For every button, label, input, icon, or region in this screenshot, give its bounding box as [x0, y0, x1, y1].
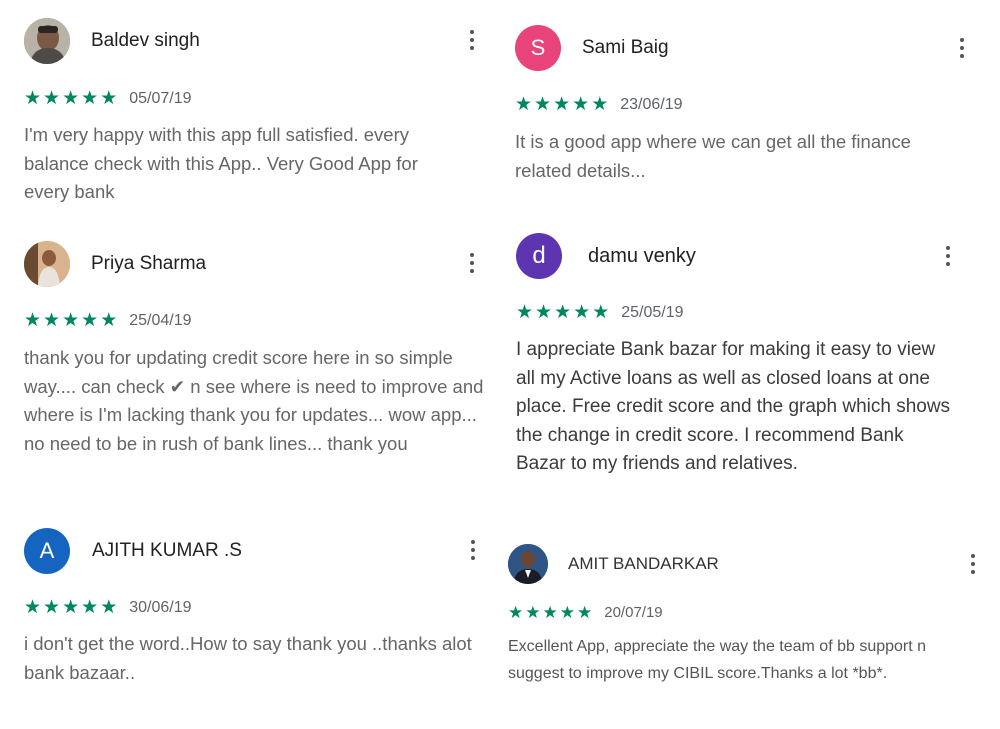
review-text: i don't get the word..How to say thank y… [24, 633, 472, 683]
review-card: d damu venky ★ ★ ★ ★ ★ 25/05/19 I apprec… [516, 232, 986, 512]
avatar-letter: d [532, 242, 546, 269]
reviewer-name: damu venky [588, 244, 696, 267]
review-text: I'm very happy with this app full satisf… [24, 124, 418, 202]
star-rating: ★ ★ ★ ★ ★ [515, 95, 608, 114]
star-icon: ★ [525, 603, 541, 622]
star-rating: ★ ★ ★ ★ ★ [516, 303, 609, 322]
star-icon: ★ [554, 302, 572, 323]
star-icon: ★ [24, 88, 42, 109]
star-icon: ★ [577, 603, 593, 622]
avatar-letter: S [530, 35, 546, 60]
reviewer-name: AMIT BANDARKAR [568, 554, 719, 573]
star-icon: ★ [62, 310, 80, 331]
avatar: A [24, 528, 70, 574]
more-vert-icon[interactable] [942, 246, 954, 266]
review-text: thank you for updating credit score here… [24, 347, 484, 454]
star-icon: ★ [100, 597, 118, 618]
review-text: Excellent App, appreciate the way the te… [508, 638, 927, 682]
star-icon: ★ [43, 310, 61, 331]
review-header: AMIT BANDARKAR [508, 542, 719, 586]
review-card: AMIT BANDARKAR ★ ★ ★ ★ ★ 20/07/19 Excell… [508, 542, 988, 692]
star-icon: ★ [24, 597, 42, 618]
star-icon: ★ [62, 597, 80, 618]
star-rating: ★ ★ ★ ★ ★ [24, 89, 117, 108]
star-icon: ★ [43, 597, 61, 618]
rating-row: ★ ★ ★ ★ ★ 05/07/19 [24, 89, 192, 108]
avatar [24, 18, 70, 64]
review-header: Baldev singh [24, 17, 200, 65]
star-icon: ★ [553, 94, 571, 115]
star-icon: ★ [573, 302, 591, 323]
review-date: 20/07/19 [604, 604, 663, 621]
more-vert-icon[interactable] [466, 30, 478, 50]
more-vert-icon[interactable] [466, 253, 478, 273]
star-icon: ★ [100, 88, 118, 109]
star-rating: ★ ★ ★ ★ ★ [24, 598, 117, 617]
review-text: I appreciate Bank bazar for making it ea… [516, 339, 951, 474]
star-icon: ★ [591, 94, 609, 115]
star-icon: ★ [572, 94, 590, 115]
rating-row: ★ ★ ★ ★ ★ 23/06/19 [515, 95, 683, 114]
reviewer-name: Sami Baig [582, 37, 669, 58]
review-header: A AJITH KUMAR .S [24, 527, 242, 575]
star-icon: ★ [515, 94, 533, 115]
avatar [24, 241, 70, 287]
review-header: S Sami Baig [515, 24, 669, 72]
review-date: 05/07/19 [129, 89, 192, 107]
user-photo-icon [24, 18, 70, 64]
star-icon: ★ [100, 310, 118, 331]
star-icon: ★ [43, 88, 61, 109]
star-icon: ★ [534, 94, 552, 115]
reviewer-name: AJITH KUMAR .S [92, 540, 242, 561]
rating-row: ★ ★ ★ ★ ★ 20/07/19 [508, 604, 663, 621]
avatar-letter: A [39, 538, 55, 563]
user-photo-icon [508, 544, 548, 584]
rating-row: ★ ★ ★ ★ ★ 25/05/19 [516, 303, 684, 322]
star-icon: ★ [62, 88, 80, 109]
star-rating: ★ ★ ★ ★ ★ [508, 604, 592, 621]
star-icon: ★ [81, 88, 99, 109]
review-card: A AJITH KUMAR .S ★ ★ ★ ★ ★ 30/06/19 i do… [24, 527, 494, 697]
star-icon: ★ [81, 310, 99, 331]
rating-row: ★ ★ ★ ★ ★ 30/06/19 [24, 598, 192, 617]
reviewer-name: Baldev singh [91, 30, 200, 51]
star-rating: ★ ★ ★ ★ ★ [24, 311, 117, 330]
avatar: d [516, 233, 562, 279]
reviewer-name: Priya Sharma [91, 253, 207, 274]
star-icon: ★ [81, 597, 99, 618]
star-icon: ★ [542, 603, 558, 622]
review-date: 30/06/19 [129, 598, 192, 616]
star-icon: ★ [535, 302, 553, 323]
review-card: S Sami Baig ★ ★ ★ ★ ★ 23/06/19 It is a g… [515, 24, 975, 194]
star-icon: ★ [508, 603, 524, 622]
review-header: Priya Sharma [24, 240, 206, 288]
review-card: Baldev singh ★ ★ ★ ★ ★ 05/07/19 I'm very… [24, 17, 484, 207]
star-icon: ★ [592, 302, 610, 323]
rating-row: ★ ★ ★ ★ ★ 25/04/19 [24, 311, 192, 330]
star-icon: ★ [559, 603, 575, 622]
more-vert-icon[interactable] [967, 554, 979, 574]
user-photo-icon [24, 241, 70, 287]
avatar: S [515, 25, 561, 71]
avatar [508, 544, 548, 584]
more-vert-icon[interactable] [467, 540, 479, 560]
review-date: 25/04/19 [129, 311, 192, 329]
review-date: 25/05/19 [621, 303, 684, 321]
review-text: It is a good app where we can get all th… [515, 131, 911, 181]
more-vert-icon[interactable] [956, 38, 968, 58]
star-icon: ★ [24, 310, 42, 331]
review-card: Priya Sharma ★ ★ ★ ★ ★ 25/04/19 thank yo… [24, 240, 494, 500]
review-header: d damu venky [516, 232, 696, 280]
star-icon: ★ [516, 302, 534, 323]
review-date: 23/06/19 [620, 95, 683, 113]
